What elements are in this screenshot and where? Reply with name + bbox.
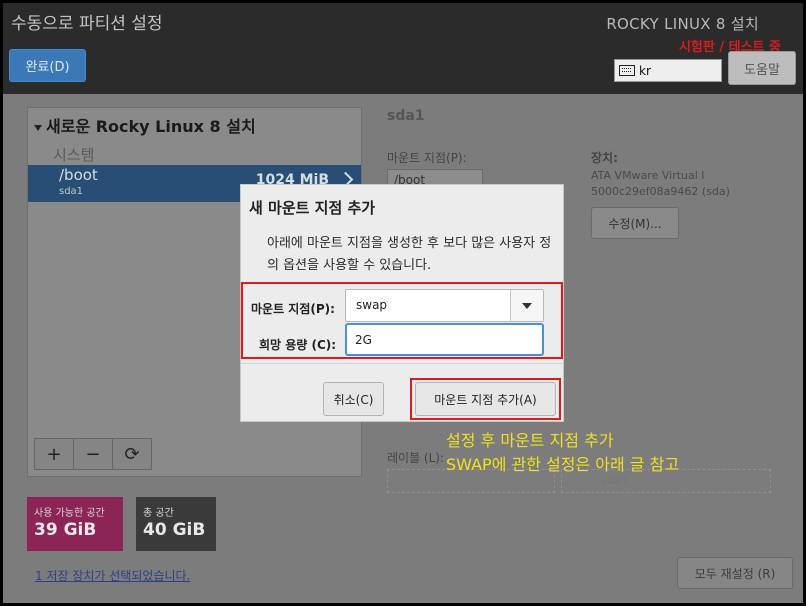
partition-toolbar: + − ⟳ (34, 438, 152, 470)
refresh-button[interactable]: ⟳ (112, 438, 152, 470)
keyboard-layout-label: kr (639, 63, 651, 78)
dialog-description: 아래에 마운트 지점을 생성한 후 보다 많은 사용자 정의 옵션을 사용할 수… (267, 236, 552, 273)
modify-button[interactable]: 수정(M)... (591, 207, 679, 239)
header-bar: 수동으로 파티션 설정 완료(D) ROCKY LINUX 8 설치 시험판 /… (3, 3, 803, 94)
partition-device: sda1 (59, 186, 84, 197)
remove-partition-button[interactable]: − (73, 438, 113, 470)
keyboard-layout-indicator[interactable]: kr (614, 59, 722, 82)
dropdown-arrow-icon (522, 302, 532, 309)
total-space-label: 총 공간 (143, 508, 174, 519)
annotation-line-2: SWAP에 관한 설정은 아래 글 참고 (446, 455, 680, 474)
available-space-box: 사용 가능한 공간 39 GiB (27, 497, 123, 551)
storage-devices-link[interactable]: 1 저장 장치가 선택되었습니다. (35, 567, 190, 584)
dialog-separator (241, 363, 563, 364)
product-name: ROCKY LINUX 8 설치 (606, 15, 759, 33)
dialog-title: 새 마운트 지점 추가 (249, 199, 376, 217)
annotation-line-1: 설정 후 마운트 지점 추가 (446, 431, 614, 450)
device-label: 장치: (591, 151, 618, 165)
available-space-value: 39 GiB (34, 520, 97, 540)
expand-caret-icon (34, 124, 42, 131)
mount-point-label: 마운트 지점(P): (251, 302, 335, 316)
detail-mount-label: 마운트 지점(P): (387, 151, 467, 165)
mount-point-dropdown-button[interactable] (510, 290, 543, 321)
reset-all-button[interactable]: 모두 재설정 (R) (677, 557, 793, 589)
partition-detail-title: sda1 (387, 108, 425, 124)
done-button[interactable]: 완료(D) (9, 49, 86, 82)
cancel-button[interactable]: 취소(C) (323, 382, 384, 416)
add-mount-point-button[interactable]: 마운트 지점 추가(A) (415, 382, 556, 416)
mount-point-combo[interactable]: swap (345, 289, 544, 322)
available-space-label: 사용 가능한 공간 (34, 508, 105, 519)
capacity-input[interactable]: 2G (345, 323, 544, 356)
total-space-box: 총 공간 40 GiB (136, 497, 216, 551)
install-tree-header[interactable]: 새로운 Rocky Linux 8 설치 (34, 113, 256, 137)
system-group-label: 시스템 (53, 146, 95, 164)
label-field-label: 레이블 (L): (387, 451, 445, 465)
mount-point-value[interactable]: swap (356, 298, 387, 312)
keyboard-icon (619, 65, 635, 76)
capacity-label: 희망 용량 (C): (259, 338, 337, 352)
partition-mount-point: /boot (59, 166, 98, 184)
install-title: 새로운 Rocky Linux 8 설치 (46, 117, 256, 136)
add-partition-button[interactable]: + (34, 438, 74, 470)
add-mount-point-dialog: 새 마운트 지점 추가 아래에 마운트 지점을 생성한 후 보다 많은 사용자 … (240, 184, 564, 422)
device-model: ATA VMware Virtual I (591, 169, 705, 182)
installer-window: 수동으로 파티션 설정 완료(D) ROCKY LINUX 8 설치 시험판 /… (3, 3, 803, 603)
total-space-value: 40 GiB (143, 520, 206, 540)
help-button[interactable]: 도움말 (728, 51, 796, 85)
device-id: 5000c29ef08a9462 (sda) (591, 185, 730, 198)
page-title: 수동으로 파티션 설정 (11, 14, 163, 34)
